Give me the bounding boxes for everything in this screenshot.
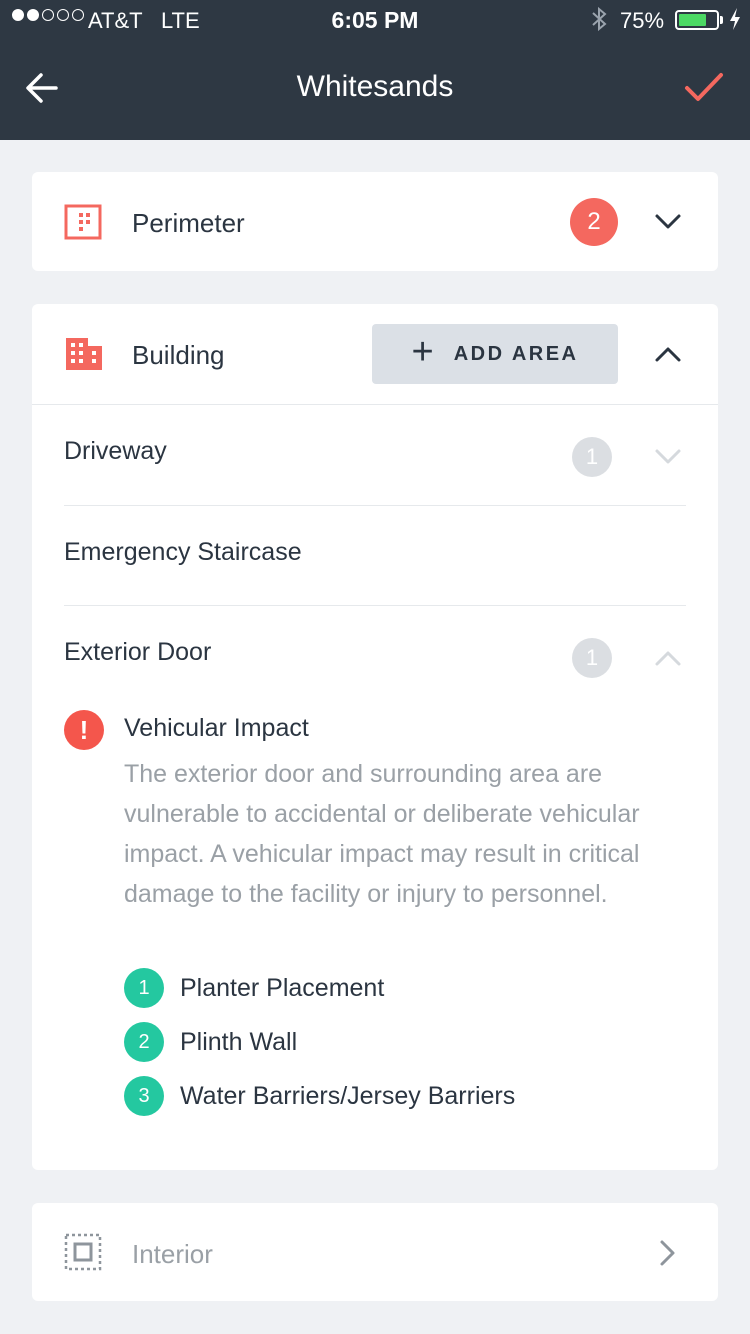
mitigation-number: 1	[124, 968, 164, 1008]
area-count-badge: 1	[572, 638, 612, 678]
area-row-emergency-staircase[interactable]: Emergency Staircase	[32, 506, 718, 606]
chevron-down-icon[interactable]	[654, 447, 682, 467]
charging-icon	[730, 8, 740, 30]
add-area-button[interactable]: + ADD AREA	[372, 324, 618, 384]
area-label: Driveway	[64, 437, 167, 465]
interior-icon	[64, 1233, 102, 1271]
chevron-right-icon[interactable]	[658, 1239, 678, 1267]
confirm-checkmark-icon[interactable]	[684, 70, 724, 106]
category-label-interior: Interior	[132, 1239, 213, 1269]
mitigation-item[interactable]: 3 Water Barriers/Jersey Barriers	[124, 1076, 515, 1116]
status-bar: AT&T LTE 6:05 PM 75%	[0, 0, 750, 40]
risk-count-badge: 2	[570, 198, 618, 246]
mitigation-number: 2	[124, 1022, 164, 1062]
area-count-badge: 1	[572, 437, 612, 477]
battery-percent: 75%	[620, 8, 665, 33]
chevron-up-icon[interactable]	[654, 648, 682, 668]
perimeter-card[interactable]: Perimeter 2	[32, 172, 718, 271]
top-bar: AT&T LTE 6:05 PM 75% Whitesands	[0, 0, 750, 140]
battery-icon	[675, 10, 719, 30]
risk-description: The exterior door and surrounding area a…	[124, 760, 640, 908]
mitigation-label: Plinth Wall	[180, 1027, 298, 1056]
mitigation-item[interactable]: 1 Planter Placement	[124, 968, 384, 1008]
area-label: Exterior Door	[64, 638, 212, 666]
mitigation-number: 3	[124, 1076, 164, 1116]
category-label-perimeter: Perimeter	[132, 208, 245, 238]
add-area-label: ADD AREA	[453, 342, 579, 365]
building-icon	[66, 338, 102, 370]
area-row-driveway[interactable]: Driveway 1	[32, 405, 718, 505]
building-card: Building + ADD AREA Driveway 1 Emergency…	[32, 304, 718, 1170]
chevron-down-icon[interactable]	[654, 212, 682, 232]
area-row-exterior-door[interactable]: Exterior Door 1	[32, 606, 718, 706]
risk-title: Vehicular Impact	[124, 714, 309, 742]
interior-card[interactable]: Interior	[32, 1203, 718, 1301]
perimeter-icon	[64, 204, 102, 240]
alert-icon: !	[64, 710, 104, 750]
category-label-building: Building	[132, 340, 225, 370]
chevron-up-icon[interactable]	[654, 344, 682, 364]
bluetooth-icon	[592, 6, 607, 32]
mitigation-label: Water Barriers/Jersey Barriers	[180, 1081, 516, 1110]
plus-icon: +	[411, 331, 434, 373]
area-label: Emergency Staircase	[64, 538, 302, 566]
page-title: Whitesands	[296, 70, 454, 103]
mitigation-item[interactable]: 2 Plinth Wall	[124, 1022, 297, 1062]
mitigation-label: Planter Placement	[180, 973, 385, 1002]
